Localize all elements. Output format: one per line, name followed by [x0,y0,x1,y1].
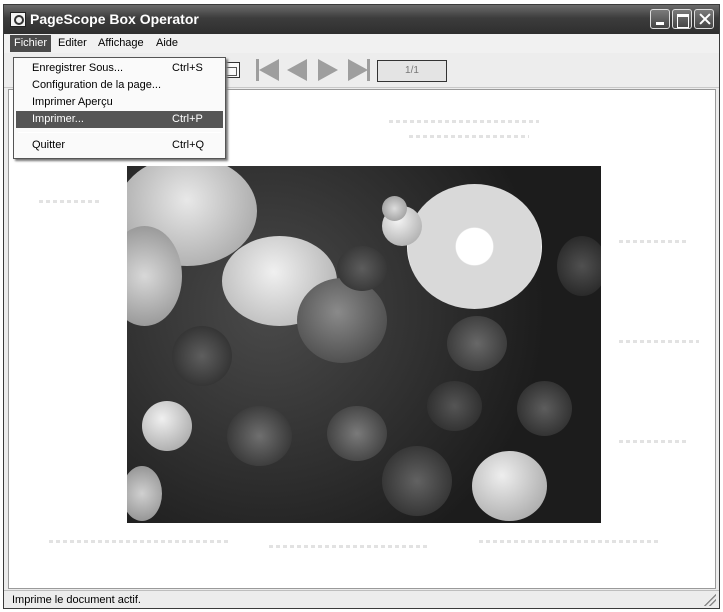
status-bar: Imprime le document actif. [4,590,719,608]
document-view[interactable] [8,89,716,589]
title-bar[interactable]: PageScope Box Operator [4,5,719,34]
page-indicator[interactable]: 1/1 [377,60,447,82]
menu-item-shortcut: Ctrl+P [172,113,203,125]
menu-item-print[interactable]: Imprimer... Ctrl+P [16,111,223,128]
file-menu-dropdown: Enregistrer Sous... Ctrl+S Configuration… [13,57,226,159]
menu-item-label: Configuration de la page... [32,79,162,91]
menu-item-label: Imprimer... [32,113,84,125]
maximize-icon[interactable] [672,9,692,29]
next-page-icon[interactable] [317,59,339,81]
minimize-icon[interactable] [650,9,670,29]
menu-item-label: Imprimer Aperçu [32,96,113,108]
menu-item-quit[interactable]: Quitter Ctrl+Q [16,137,223,154]
app-icon[interactable] [10,12,26,27]
close-icon[interactable] [694,9,714,29]
menu-item-page-setup[interactable]: Configuration de la page... [16,77,223,94]
menu-affichage[interactable]: Affichage [98,37,144,49]
status-text: Imprime le document actif. [12,594,141,606]
app-window: PageScope Box Operator Fichier Editer Af… [3,4,720,609]
menu-editer[interactable]: Editer [58,37,87,49]
menu-item-label: Quitter [32,139,66,151]
menu-fichier[interactable]: Fichier [10,35,52,52]
menu-aide[interactable]: Aide [156,37,178,49]
menu-item-save-as[interactable]: Enregistrer Sous... Ctrl+S [16,60,223,77]
menu-item-shortcut: Ctrl+Q [172,139,205,151]
menu-item-shortcut: Ctrl+S [172,62,203,74]
menu-bar: Fichier Editer Affichage Aide [4,34,719,53]
menu-item-label: Enregistrer Sous... [32,62,124,74]
previous-page-icon[interactable] [287,59,309,81]
resize-grip-icon[interactable] [704,594,716,606]
menu-item-print-preview[interactable]: Imprimer Aperçu [16,94,223,111]
fruit-photo [127,166,601,523]
last-page-icon[interactable] [348,59,370,81]
window-title: PageScope Box Operator [30,11,199,27]
first-page-icon[interactable] [256,59,279,81]
menu-separator [18,132,221,133]
